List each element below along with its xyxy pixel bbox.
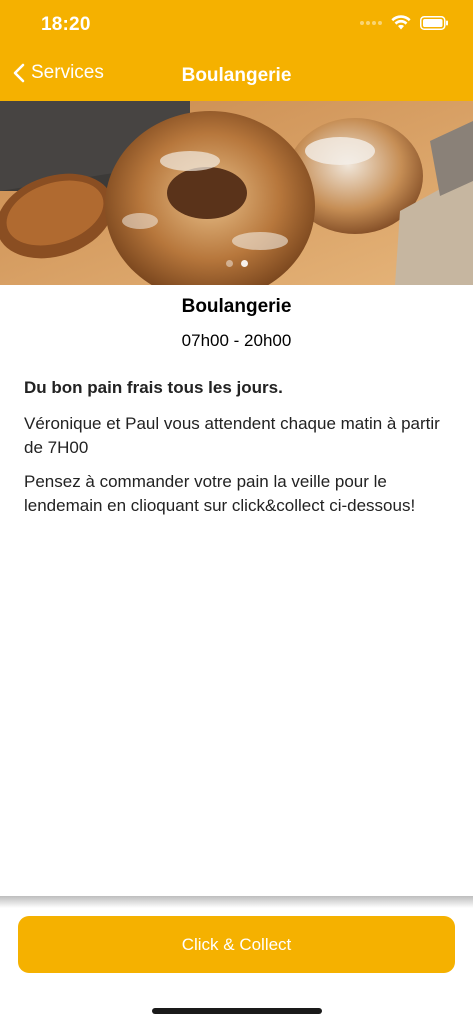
battery-icon: [420, 15, 449, 30]
description-paragraph: Pensez à commander votre pain la veille …: [24, 472, 416, 515]
bottom-bar-divider: [0, 896, 473, 908]
service-name: Boulangerie: [181, 296, 292, 317]
description-paragraph: Véronique et Paul vous attendent chaque …: [24, 414, 440, 457]
bread-photo: [0, 101, 473, 285]
carousel-dot[interactable]: [225, 260, 233, 267]
cellular-signal-icon: [360, 20, 382, 25]
click-and-collect-button[interactable]: Click & Collect: [18, 916, 455, 973]
home-indicator[interactable]: [152, 1008, 322, 1014]
description-lead: Du bon pain frais tous les jours.: [24, 378, 283, 397]
header-bar: 18:20 Services Boulangerie: [0, 0, 473, 101]
hero-image-carousel[interactable]: [0, 101, 473, 285]
navigation-bar: Services Boulangerie: [0, 56, 473, 96]
opening-hours: 07h00 - 20h00: [181, 331, 292, 350]
wifi-icon: [391, 15, 411, 30]
carousel-page-indicator[interactable]: [0, 260, 473, 267]
back-button-label: Services: [31, 62, 104, 83]
chevron-left-icon: [13, 63, 25, 83]
service-description: Du bon pain frais tous les jours. Véroni…: [24, 376, 443, 528]
status-time: 18:20: [41, 14, 91, 35]
status-icons: [360, 15, 449, 30]
back-button[interactable]: Services: [12, 62, 104, 84]
carousel-dot-active[interactable]: [240, 260, 248, 267]
